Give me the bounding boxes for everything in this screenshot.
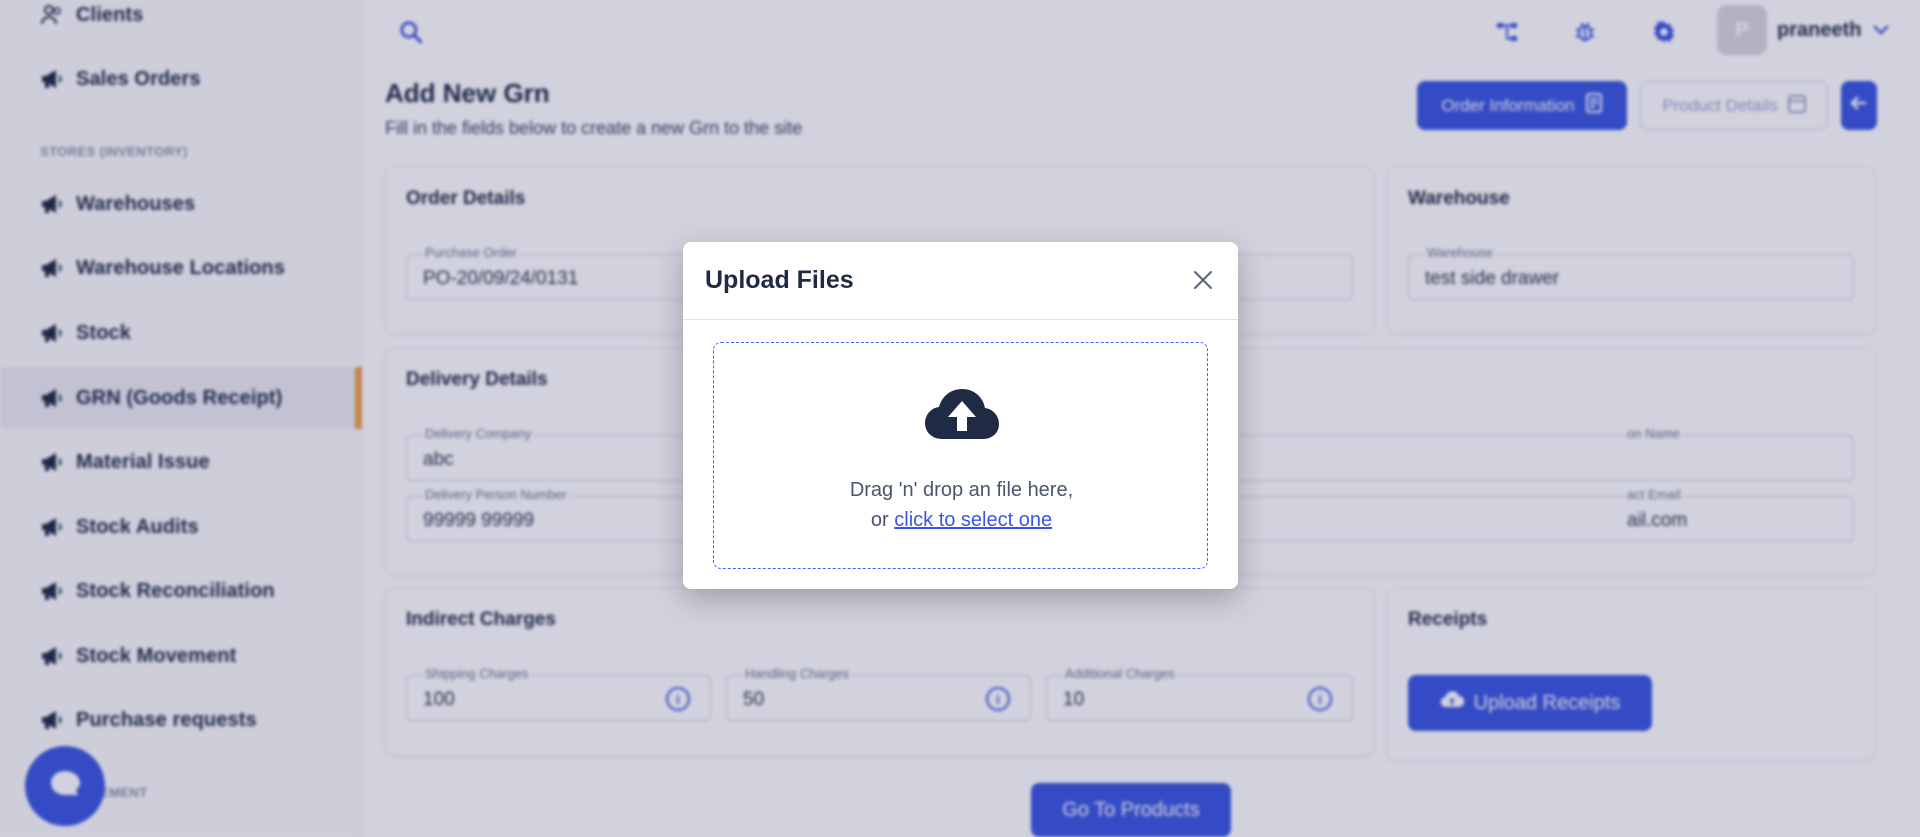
modal-title: Upload Files xyxy=(705,266,854,294)
modal-header: Upload Files xyxy=(683,242,1238,320)
cloud-upload-icon xyxy=(924,387,1000,441)
dropzone-alt-instruction: or click to select one xyxy=(714,509,1209,532)
dropzone-or-text: or xyxy=(870,509,889,531)
close-icon[interactable] xyxy=(1189,266,1217,294)
dropzone-instruction: Drag 'n' drop an file here, xyxy=(849,479,1074,501)
file-dropzone[interactable]: Drag 'n' drop an file here, or click to … xyxy=(713,342,1208,569)
upload-files-modal: Upload Files Drag 'n' drop an file here,… xyxy=(683,242,1238,589)
select-file-link[interactable]: click to select one xyxy=(894,509,1052,531)
